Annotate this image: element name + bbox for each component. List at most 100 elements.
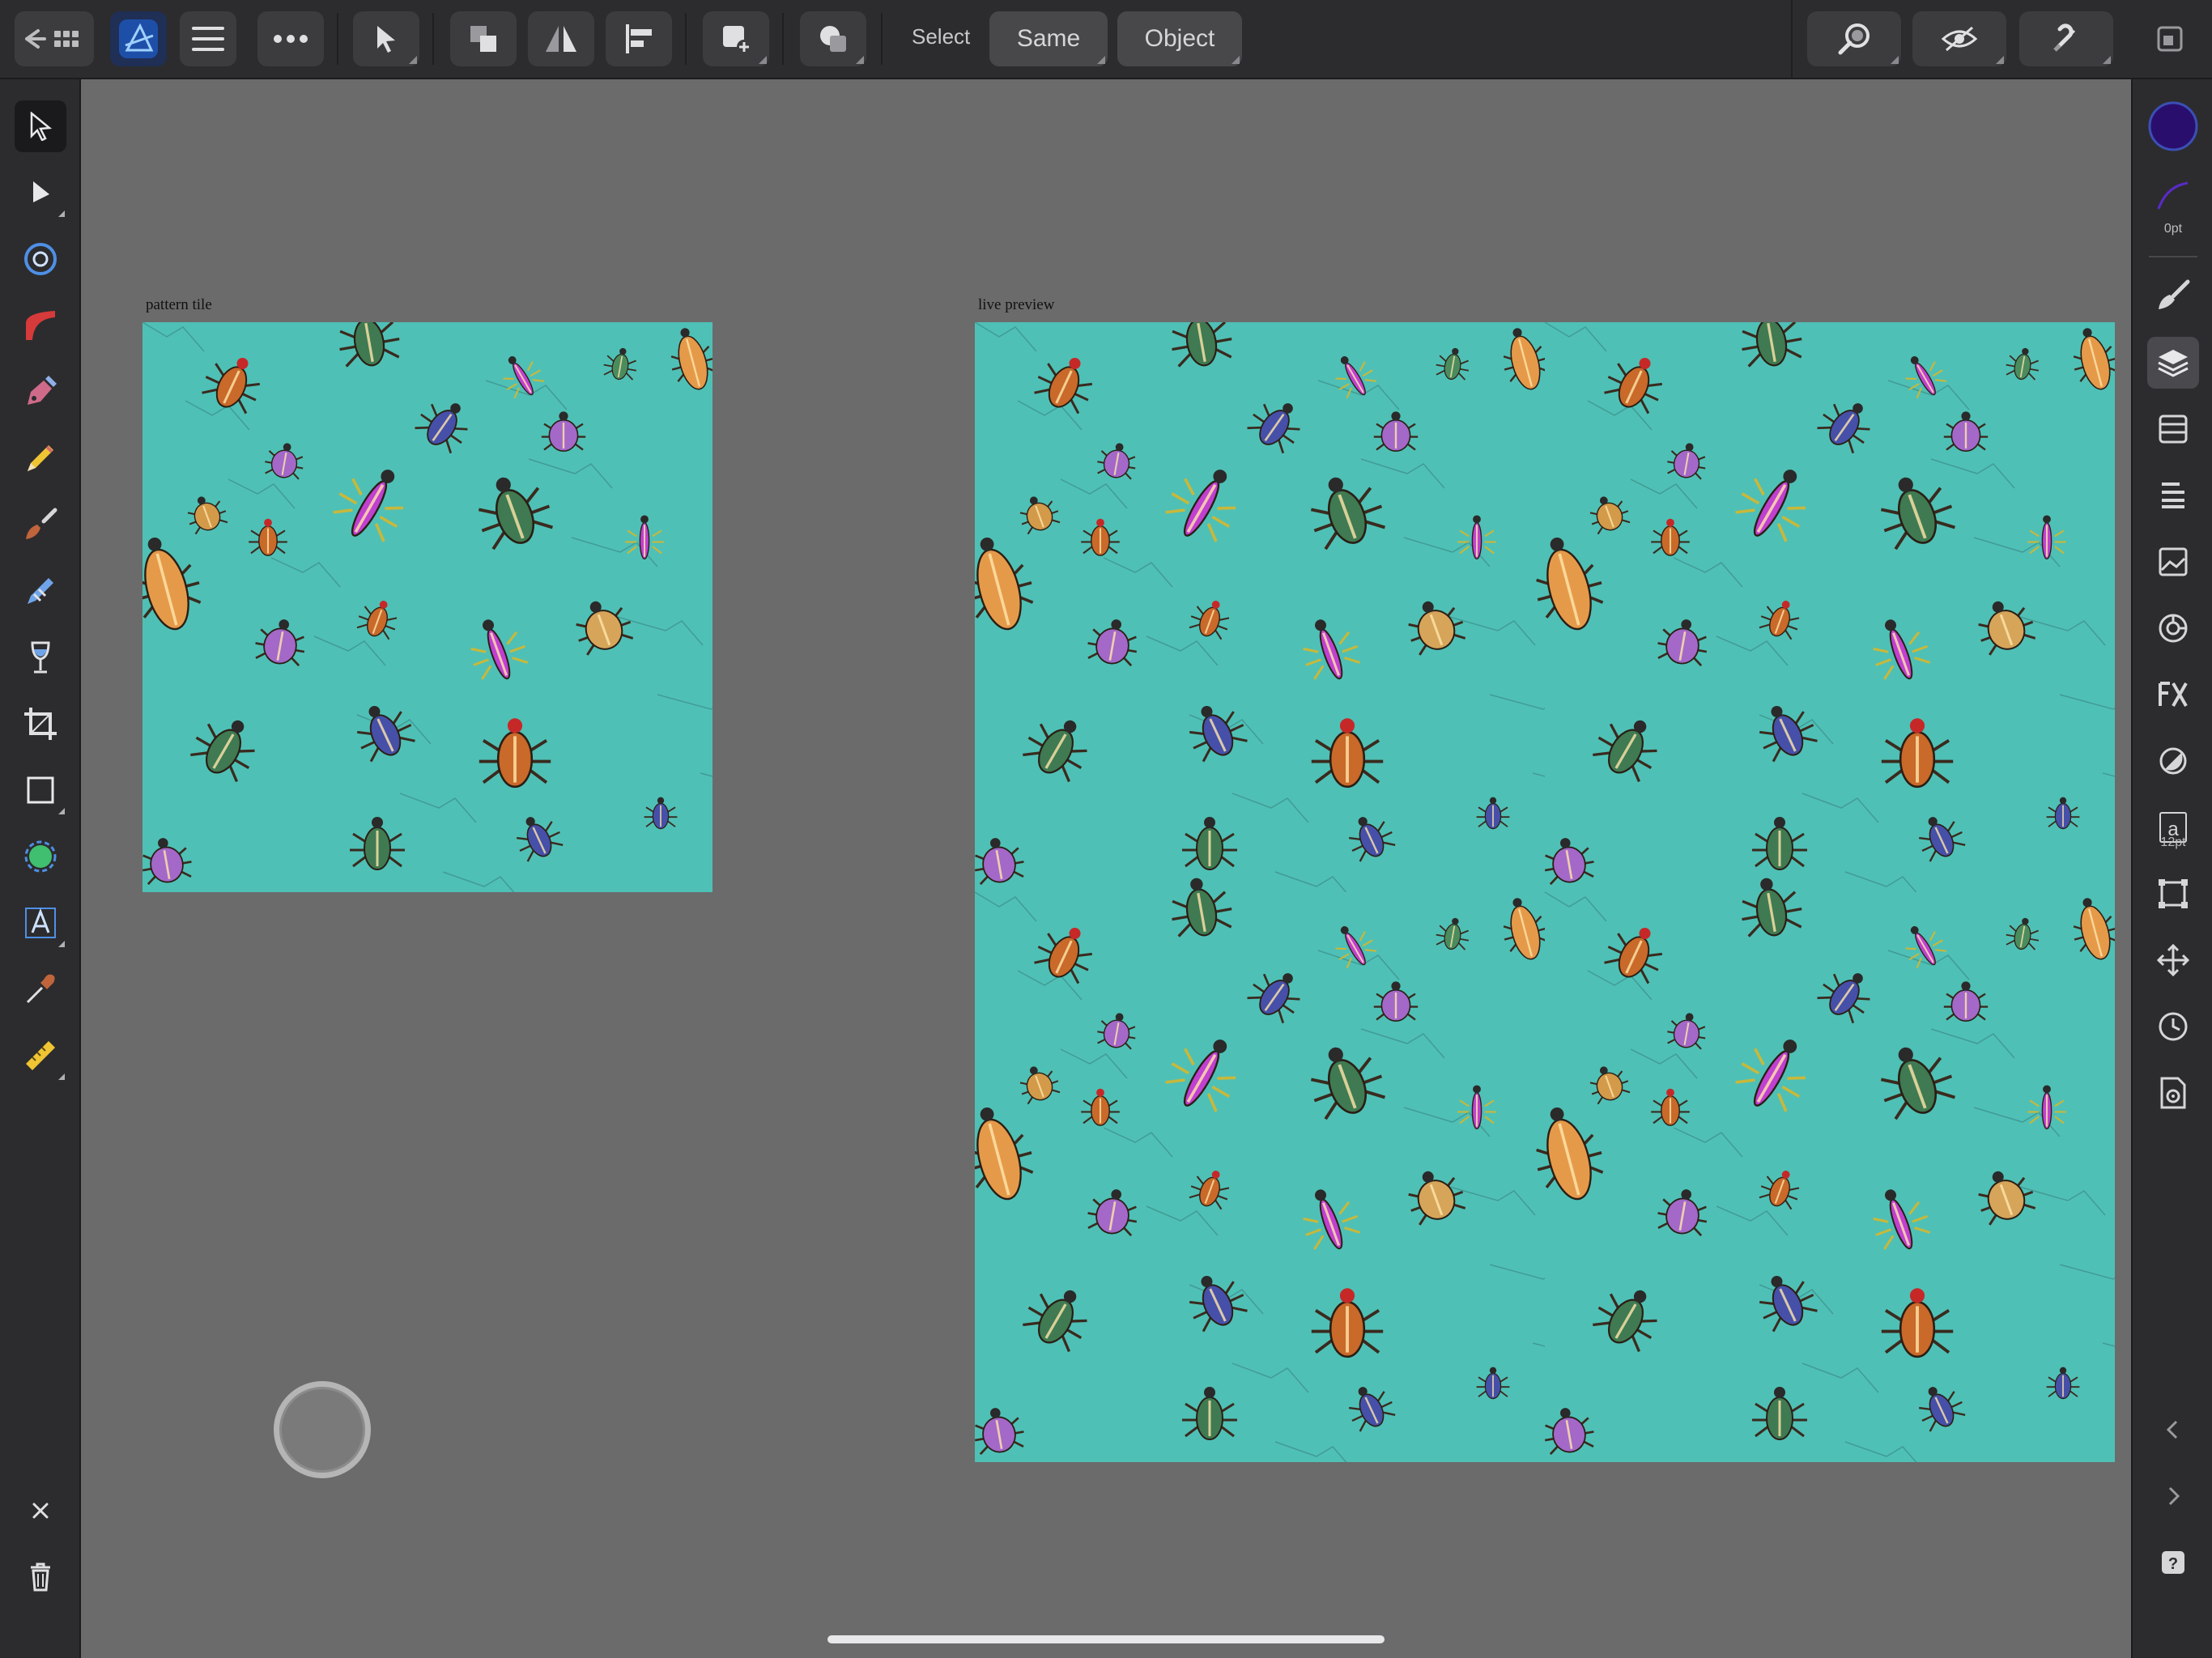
delete-button[interactable] bbox=[15, 1551, 66, 1603]
pencil-icon bbox=[28, 445, 53, 471]
menu-button[interactable] bbox=[180, 11, 236, 66]
appearance-studio[interactable] bbox=[2147, 403, 2199, 455]
help-question-icon: ? bbox=[2162, 1551, 2184, 1574]
bug-pattern-image bbox=[143, 322, 713, 892]
effects-studio[interactable] bbox=[2147, 669, 2199, 721]
ruler-icon bbox=[26, 1041, 55, 1070]
text-size-label: 12pt bbox=[2160, 835, 2186, 849]
history-clock-icon bbox=[2159, 1012, 2188, 1041]
studio-panel: 0pt a 12pt ? bbox=[2131, 79, 2212, 1658]
collapse-left-button[interactable] bbox=[2147, 1404, 2199, 1456]
pencil-tool[interactable] bbox=[15, 432, 66, 484]
move-tool[interactable] bbox=[15, 100, 66, 152]
close-tool-button[interactable] bbox=[15, 1485, 66, 1537]
shape-builder-icon bbox=[24, 840, 57, 873]
toolbar-divider bbox=[881, 13, 883, 65]
appearance-icon bbox=[2159, 414, 2188, 444]
boolean-shapes-icon bbox=[820, 26, 846, 52]
snapping-button[interactable] bbox=[2019, 11, 2113, 66]
adjustment-half-circle-icon bbox=[2159, 747, 2187, 775]
toolbar-divider bbox=[432, 13, 434, 65]
move-arrow-icon bbox=[30, 112, 53, 141]
navigator-studio[interactable] bbox=[2147, 934, 2199, 986]
arrange-order-icon bbox=[470, 26, 496, 52]
color-picker-tool[interactable] bbox=[15, 963, 66, 1015]
zoom-button[interactable] bbox=[1807, 11, 1901, 66]
close-icon bbox=[32, 1503, 49, 1519]
select-mode-button[interactable] bbox=[353, 11, 419, 66]
move-arrows-icon bbox=[2156, 943, 2190, 977]
align-button[interactable] bbox=[606, 11, 672, 66]
designer-persona-button[interactable] bbox=[110, 11, 167, 66]
ellipsis-icon bbox=[274, 35, 308, 43]
stroke-curve-icon bbox=[2157, 181, 2189, 210]
brush-stroke-tool[interactable] bbox=[15, 300, 66, 351]
paint-brush-icon bbox=[26, 508, 57, 539]
back-grid-icon bbox=[25, 29, 79, 49]
brushes-icon bbox=[2159, 279, 2190, 309]
stroke-well[interactable] bbox=[2147, 170, 2199, 222]
adjustments-studio[interactable] bbox=[2147, 735, 2199, 787]
toolbar-divider bbox=[782, 13, 784, 65]
pen-nib-icon bbox=[28, 376, 57, 405]
text-tool[interactable] bbox=[15, 897, 66, 949]
fullscreen-button[interactable] bbox=[2138, 11, 2202, 66]
trash-icon bbox=[31, 1562, 50, 1592]
fill-color-well[interactable] bbox=[2147, 100, 2199, 152]
svg-text:?: ? bbox=[2168, 1555, 2178, 1573]
shape-builder-tool[interactable] bbox=[15, 831, 66, 882]
more-button[interactable] bbox=[257, 11, 324, 66]
toolbar-divider bbox=[1791, 0, 1793, 79]
align-left-icon bbox=[626, 24, 652, 53]
affinity-designer-icon bbox=[119, 19, 158, 58]
vector-brush-tool[interactable] bbox=[15, 499, 66, 551]
quick-menu-button[interactable] bbox=[274, 1381, 371, 1478]
rectangle-tool[interactable] bbox=[15, 764, 66, 816]
crop-tool[interactable] bbox=[15, 698, 66, 750]
pen-tool[interactable] bbox=[15, 366, 66, 418]
eyedropper-icon bbox=[26, 974, 55, 1004]
contour-tool-icon bbox=[24, 243, 57, 275]
chevron-left-icon bbox=[2166, 1420, 2178, 1439]
styles-studio[interactable] bbox=[2147, 536, 2199, 588]
vector-brush-icon bbox=[26, 311, 55, 340]
select-label: Select bbox=[912, 24, 971, 49]
arrange-button[interactable] bbox=[450, 11, 517, 66]
color-wheel-icon bbox=[2159, 614, 2188, 643]
hamburger-menu-icon bbox=[192, 27, 224, 51]
transform-studio[interactable] bbox=[2147, 868, 2199, 920]
image-styles-icon bbox=[2159, 547, 2188, 576]
magnet-icon bbox=[2053, 23, 2076, 52]
history-studio[interactable] bbox=[2147, 1001, 2199, 1052]
measure-tool[interactable] bbox=[15, 1030, 66, 1082]
layers-studio[interactable] bbox=[2147, 337, 2199, 389]
layers-icon bbox=[2158, 350, 2189, 377]
brushes-studio[interactable] bbox=[2147, 270, 2199, 322]
document-settings-studio[interactable] bbox=[2147, 1067, 2199, 1119]
node-tool[interactable] bbox=[15, 167, 66, 219]
back-to-documents-button[interactable] bbox=[15, 11, 94, 66]
select-same-button[interactable]: Same bbox=[989, 11, 1108, 66]
bug-pattern-preview-image bbox=[975, 322, 2115, 1462]
stroke-studio[interactable] bbox=[2147, 470, 2199, 521]
pattern-tile-artboard[interactable] bbox=[143, 322, 713, 892]
view-mode-button[interactable] bbox=[1912, 11, 2006, 66]
select-object-button[interactable]: Object bbox=[1117, 11, 1242, 66]
live-preview-artboard[interactable] bbox=[975, 322, 2115, 1462]
boolean-operations-button[interactable] bbox=[800, 11, 866, 66]
add-button[interactable] bbox=[703, 11, 769, 66]
rectangle-icon bbox=[27, 776, 54, 804]
toolbar-divider bbox=[685, 13, 687, 65]
help-button[interactable]: ? bbox=[2147, 1537, 2199, 1588]
flip-button[interactable] bbox=[528, 11, 594, 66]
corner-tool[interactable] bbox=[15, 233, 66, 285]
fullscreen-icon bbox=[2157, 26, 2183, 52]
node-arrow-icon bbox=[33, 181, 49, 202]
expand-right-button[interactable] bbox=[2147, 1470, 2199, 1522]
color-studio[interactable] bbox=[2147, 602, 2199, 654]
stroke-width-label: 0pt bbox=[2163, 222, 2183, 236]
add-object-icon bbox=[723, 26, 751, 54]
transform-box-icon bbox=[2159, 879, 2188, 908]
fill-tool[interactable] bbox=[15, 565, 66, 617]
transparency-tool[interactable] bbox=[15, 631, 66, 683]
